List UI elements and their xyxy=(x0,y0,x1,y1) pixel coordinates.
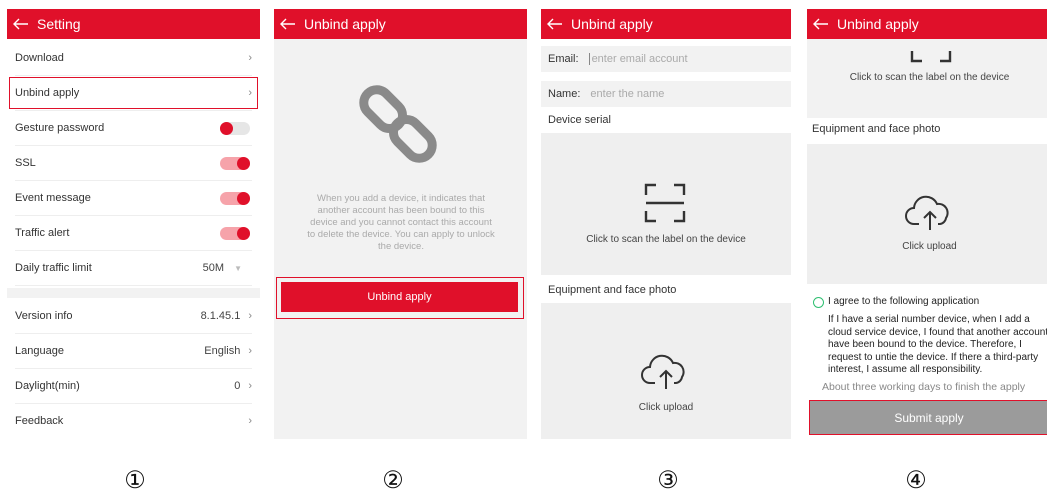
row-label: Daylight(min) xyxy=(15,380,80,392)
unbind-info-text: When you add a device, it indicates that… xyxy=(307,193,495,252)
scan-caption: Click to scan the label on the device xyxy=(586,234,746,245)
row-label: SSL xyxy=(15,157,36,169)
settings-row-language[interactable]: Language English › xyxy=(15,334,252,369)
agree-title: I agree to the following application xyxy=(828,296,980,307)
scan-frame-icon xyxy=(644,183,686,223)
upload-photo-area[interactable]: Click upload xyxy=(807,144,1047,284)
row-label: Version info xyxy=(15,310,73,322)
chevron-right-icon: › xyxy=(248,310,252,322)
email-field[interactable]: Email: enter email account xyxy=(541,46,791,72)
screen-unbind-form: Unbind apply Email: enter email account … xyxy=(541,9,791,439)
scan-caption: Click to scan the label on the device xyxy=(849,72,1010,83)
ssl-toggle[interactable] xyxy=(220,156,250,170)
settings-row-gesture-password: Gesture password xyxy=(15,111,252,146)
page-title: Unbind apply xyxy=(304,16,386,32)
chevron-right-icon: › xyxy=(248,380,252,392)
settings-row-version-info[interactable]: Version info 8.1.45.1 › xyxy=(15,299,252,334)
page-title: Unbind apply xyxy=(837,16,919,32)
highlight-box xyxy=(809,400,1047,435)
cloud-upload-icon xyxy=(641,354,685,389)
settings-row-daily-traffic-limit[interactable]: Daily traffic limit 50M ▼ xyxy=(15,251,252,286)
upload-caption: Click upload xyxy=(902,241,957,252)
days-note: About three working days to finish the a… xyxy=(822,381,1026,393)
event-message-toggle[interactable] xyxy=(220,191,250,205)
settings-row-event-message: Event message xyxy=(15,181,252,216)
name-field[interactable]: Name: enter the name xyxy=(541,81,791,107)
photo-section-label: Equipment and face photo xyxy=(548,284,677,296)
scan-area-partial[interactable]: Click to scan the label on the device xyxy=(807,39,1047,118)
row-label: Gesture password xyxy=(15,122,105,134)
screen-setting: Setting Download › Unbind apply › Gestur… xyxy=(7,9,260,439)
device-serial-label: Device serial xyxy=(548,114,611,126)
back-arrow-icon[interactable] xyxy=(274,18,302,30)
row-label: Event message xyxy=(15,192,91,204)
back-arrow-icon[interactable] xyxy=(7,18,35,30)
name-label: Name: xyxy=(548,88,581,100)
version-value: 8.1.45.1 xyxy=(200,310,241,322)
traffic-alert-toggle[interactable] xyxy=(220,226,250,240)
email-label: Email: xyxy=(548,53,579,65)
header-bar: Unbind apply xyxy=(807,9,1047,39)
language-value: English xyxy=(204,345,241,357)
chevron-right-icon: › xyxy=(248,345,252,357)
header-bar: Setting xyxy=(7,9,260,39)
upload-photo-area[interactable]: Click upload xyxy=(541,303,791,439)
name-placeholder: enter the name xyxy=(590,88,665,100)
chevron-right-icon: › xyxy=(248,415,252,427)
step-number-2: ② xyxy=(382,467,404,494)
row-label: Feedback xyxy=(15,415,64,427)
scan-frame-icon xyxy=(910,51,952,63)
row-label: Download xyxy=(15,52,64,64)
highlight-box xyxy=(9,77,258,109)
daylight-value: 0 xyxy=(234,380,241,392)
broken-link-icon xyxy=(359,85,437,163)
section-divider xyxy=(7,288,260,298)
settings-row-feedback[interactable]: Feedback › xyxy=(15,404,252,438)
chevron-right-icon: › xyxy=(248,52,252,64)
back-arrow-icon[interactable] xyxy=(541,18,569,30)
agree-checkbox[interactable] xyxy=(813,297,824,308)
screen-unbind-submit: Click to scan the label on the device Un… xyxy=(807,9,1047,439)
scan-label-area[interactable]: Click to scan the label on the device xyxy=(541,133,791,275)
settings-row-traffic-alert: Traffic alert xyxy=(15,216,252,251)
settings-row-ssl: SSL xyxy=(15,146,252,181)
step-number-3: ③ xyxy=(657,467,679,494)
row-label: Traffic alert xyxy=(15,227,70,239)
photo-section-label: Equipment and face photo xyxy=(812,123,941,135)
step-number-1: ① xyxy=(124,467,146,494)
step-number-4: ④ xyxy=(905,467,927,494)
page-title: Setting xyxy=(37,16,81,32)
unbind-apply-button[interactable]: Unbind apply xyxy=(281,282,518,312)
traffic-limit-value: 50M xyxy=(202,262,225,274)
upload-caption: Click upload xyxy=(638,402,694,413)
header-bar: Unbind apply xyxy=(274,9,527,39)
row-label: Daily traffic limit xyxy=(15,262,92,274)
header-bar: Unbind apply xyxy=(541,9,791,39)
dropdown-caret-icon: ▼ xyxy=(234,263,242,273)
row-label: Language xyxy=(15,345,64,357)
settings-row-download[interactable]: Download › xyxy=(15,41,252,76)
back-arrow-icon[interactable] xyxy=(807,18,835,30)
email-placeholder: enter email account xyxy=(588,53,688,65)
screen-unbind-info: Unbind apply When you add a device, it i… xyxy=(274,9,527,439)
gesture-password-toggle[interactable] xyxy=(220,121,250,135)
agree-body: If I have a serial number device, when I… xyxy=(828,314,1047,375)
settings-row-daylight[interactable]: Daylight(min) 0 › xyxy=(15,369,252,404)
page-title: Unbind apply xyxy=(571,16,653,32)
cloud-upload-icon xyxy=(905,195,949,230)
